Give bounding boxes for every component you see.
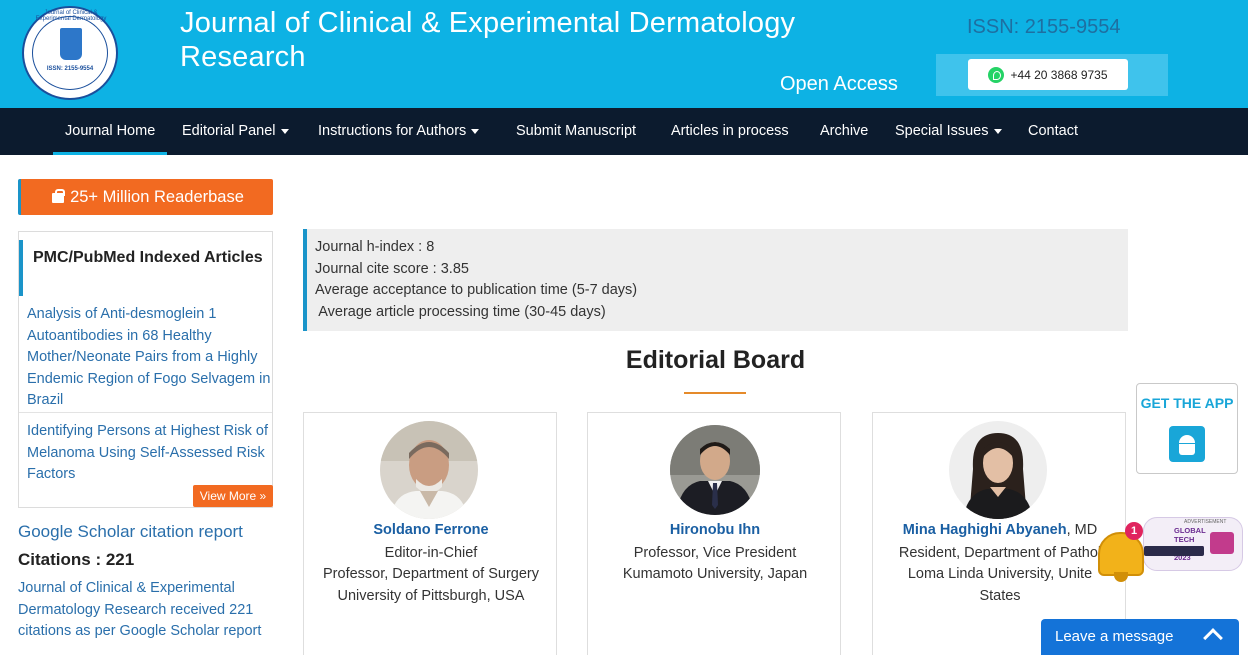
nav-instructions-for-authors[interactable]: Instructions for Authors	[318, 108, 480, 155]
editor-name[interactable]: Soldano Ferrone	[304, 522, 558, 538]
android-icon-body	[1179, 444, 1195, 455]
nav-special-issues[interactable]: Special Issues	[895, 108, 1002, 155]
editor-affiliation-cont: States	[979, 588, 1021, 604]
editor-card[interactable]: Soldano Ferrone Editor-in-Chief Professo…	[303, 412, 557, 655]
journal-metrics-box: Journal h-index : 8 Journal cite score :…	[303, 229, 1128, 331]
editor-photo[interactable]	[380, 421, 478, 519]
editor-card[interactable]: Hironobu Ihn Professor, Vice President K…	[587, 412, 841, 655]
readers-icon	[50, 189, 66, 203]
phone-number: +44 20 3868 9735	[1010, 67, 1108, 82]
open-access-label: Open Access	[780, 73, 898, 95]
metric-cite-score: Journal cite score : 3.85	[315, 260, 469, 277]
google-scholar-text[interactable]: Journal of Clinical & Experimental Derma…	[18, 578, 276, 643]
title-underline	[684, 392, 746, 394]
advertisement-banner[interactable]: ADVERTISEMENT GLOBAL TECH SUMMIT 2023	[1143, 517, 1243, 571]
nav-label: Contact	[1028, 123, 1078, 139]
journal-logo[interactable]: Journal of Clinical & Experimental Derma…	[22, 6, 118, 100]
caret-down-icon	[280, 128, 289, 134]
android-icon	[1179, 435, 1195, 443]
metric-acceptance-time: Average acceptance to publication time (…	[315, 282, 638, 299]
main-nav: Journal Home Editorial Panel Instruction…	[0, 108, 1248, 155]
whatsapp-icon	[988, 66, 1005, 83]
editor-affiliation: University of Pittsburgh, USA	[337, 588, 525, 604]
notification-bell[interactable]: 1	[1092, 522, 1152, 584]
nav-label: Journal Home	[65, 123, 156, 139]
metric-processing-time: Average article processing time (30-45 d…	[315, 304, 606, 321]
phone-container: +44 20 3868 9735	[936, 54, 1168, 96]
ad-tag: ADVERTISEMENT	[1184, 519, 1227, 525]
site-header: Journal of Clinical & Experimental Derma…	[0, 0, 1248, 108]
notification-badge: 1	[1125, 522, 1143, 540]
editor-photo-svg	[670, 425, 760, 515]
editor-role: Editor-in-Chief	[384, 545, 478, 561]
editor-name-text: Hironobu Ihn	[669, 522, 761, 538]
pmc-article-link[interactable]: Analysis of Anti-desmoglein 1 Autoantibo…	[27, 304, 273, 412]
nav-label: Articles in process	[671, 123, 789, 139]
editor-position: Resident, Department of Pathol	[898, 545, 1102, 561]
editor-position: Professor, Department of Surgery	[323, 566, 539, 582]
page: Journal of Clinical & Experimental Derma…	[0, 0, 1248, 655]
divider	[19, 412, 272, 413]
nav-articles-in-process[interactable]: Articles in process	[671, 108, 789, 155]
editor-position: Professor, Vice President	[633, 545, 797, 561]
editor-photo-svg	[949, 421, 1047, 519]
view-more-button[interactable]: View More »	[193, 485, 273, 507]
pmc-article-link[interactable]: Identifying Persons at Highest Risk of M…	[27, 421, 273, 486]
leave-message-label: Leave a message	[1055, 628, 1174, 645]
nav-label: Archive	[820, 123, 869, 139]
nav-contact[interactable]: Contact	[1028, 108, 1078, 155]
chevron-up-icon	[1203, 628, 1223, 648]
readerbase-label: 25+ Million Readerbase	[70, 188, 244, 206]
editor-name[interactable]: Hironobu Ihn	[588, 522, 842, 538]
caret-down-icon	[471, 128, 480, 134]
ad-strip	[1144, 546, 1204, 556]
editor-photo[interactable]	[670, 425, 760, 515]
bell-clapper	[1114, 572, 1128, 582]
editorial-board-title: Editorial Board	[625, 346, 806, 374]
logo-emblem-icon	[60, 28, 82, 60]
nav-journal-home[interactable]: Journal Home	[53, 108, 168, 155]
leave-message-chat-button[interactable]: Leave a message	[1041, 619, 1239, 655]
google-scholar-link[interactable]: Google Scholar citation report	[18, 522, 243, 542]
issn-label: ISSN: 2155-9554	[967, 16, 1121, 38]
caret-down-icon	[993, 128, 1002, 134]
editor-photo[interactable]	[949, 421, 1047, 519]
pmc-indexed-panel: PMC/PubMed Indexed Articles Analysis of …	[18, 231, 273, 508]
logo-ring-text: Journal of Clinical & Experimental Derma…	[35, 10, 107, 22]
citations-count: Citations : 221	[18, 550, 135, 569]
nav-label: Submit Manuscript	[516, 123, 637, 139]
editor-name-text: Mina Haghighi Abyaneh	[902, 522, 1067, 538]
nav-label: Instructions for Authors	[318, 123, 467, 139]
get-the-app-widget[interactable]: GET THE APP	[1136, 383, 1238, 474]
ad-logo-icon	[1210, 532, 1234, 554]
nav-editorial-panel[interactable]: Editorial Panel	[182, 108, 289, 155]
editor-name[interactable]: Mina Haghighi Abyaneh, MD	[873, 522, 1127, 538]
ad-title: GLOBAL TECH SUMMIT 2023	[1174, 526, 1206, 562]
nav-archive[interactable]: Archive	[820, 108, 868, 155]
editor-name-text: Soldano Ferrone	[373, 522, 489, 538]
pmc-panel-title: PMC/PubMed Indexed Articles	[19, 240, 272, 296]
android-app-button[interactable]	[1169, 426, 1205, 462]
nav-label: Special Issues	[895, 123, 989, 139]
editor-affiliation: Kumamoto University, Japan	[622, 566, 808, 582]
logo-issn: ISSN: 2155-9554	[46, 66, 94, 72]
editor-affiliation: Loma Linda University, Unite	[907, 566, 1093, 582]
nav-label: Editorial Panel	[182, 123, 276, 139]
readerbase-button[interactable]: 25+ Million Readerbase	[18, 179, 273, 215]
editor-photo-svg	[380, 421, 478, 519]
whatsapp-phone-button[interactable]: +44 20 3868 9735	[968, 59, 1128, 90]
journal-title[interactable]: Journal of Clinical & Experimental Derma…	[180, 6, 900, 74]
nav-submit-manuscript[interactable]: Submit Manuscript	[516, 108, 636, 155]
metric-h-index: Journal h-index : 8	[315, 239, 435, 255]
get-the-app-label: GET THE APP	[1140, 395, 1234, 411]
